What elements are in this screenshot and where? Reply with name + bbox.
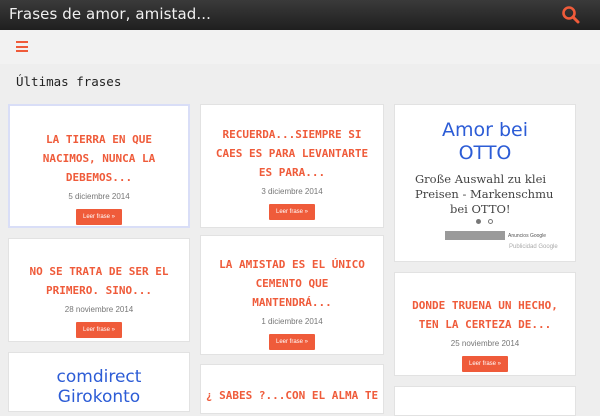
quote-date: 25 noviembre 2014 xyxy=(450,339,520,348)
quote-title[interactable]: DONDE TRUENA UN HECHO, TEN LA CERTEZA DE… xyxy=(395,296,575,334)
quote-card[interactable]: DONDE TRUENA UN HECHO, TEN LA CERTEZA DE… xyxy=(394,272,576,376)
read-quote-button[interactable]: Leer frase » xyxy=(461,356,509,372)
quote-title[interactable]: NO SE TRATA DE SER EL PRIMERO. SINO... xyxy=(9,262,189,300)
section-title: Últimas frases xyxy=(16,74,122,89)
carousel-dot-active[interactable] xyxy=(476,219,481,224)
carousel-dot[interactable] xyxy=(488,219,493,224)
ad-title[interactable]: comdirect Girokonto xyxy=(9,367,189,407)
quote-card[interactable]: LA AMISTAD ES EL ÚNICO CEMENTO QUE MANTE… xyxy=(200,235,384,355)
quote-title[interactable]: LA TIERRA EN QUE NACIMOS, NUNCA LA DEBEM… xyxy=(10,130,188,187)
ad-card-comdirect[interactable]: comdirect Girokonto xyxy=(8,352,190,412)
quote-card[interactable]: ¿ SABES ?...CON EL ALMA TE xyxy=(200,364,384,414)
hamburger-menu-icon[interactable] xyxy=(16,41,28,52)
read-quote-button[interactable]: Leer frase » xyxy=(75,209,123,225)
ad-text[interactable]: Große Auswahl zu klei Preisen - Markensc… xyxy=(395,172,575,217)
ad-card-otto[interactable]: Amor bei OTTO Große Auswahl zu klei Prei… xyxy=(394,104,576,262)
quote-date: 3 diciembre 2014 xyxy=(261,187,323,196)
quote-card[interactable]: LA TIERRA EN QUE NACIMOS, NUNCA LA DEBEM… xyxy=(8,104,190,228)
ad-footer[interactable]: Publicidad Google xyxy=(509,244,558,250)
quote-card[interactable]: NO SE TRATA DE SER EL PRIMERO. SINO... 2… xyxy=(8,238,190,342)
site-title[interactable]: Frases de amor, amistad... xyxy=(9,5,211,23)
adchoices-label[interactable]: Anuncios Google xyxy=(508,233,546,239)
read-quote-button[interactable]: Leer frase » xyxy=(75,322,123,338)
search-icon xyxy=(562,6,580,24)
search-button[interactable] xyxy=(560,4,582,26)
ad-title[interactable]: Amor bei OTTO xyxy=(395,119,575,165)
quote-title[interactable]: RECUERDA...SIEMPRE SI CAES ES PARA LEVAN… xyxy=(201,125,383,182)
quote-card[interactable]: RECUERDA...SIEMPRE SI CAES ES PARA LEVAN… xyxy=(200,104,384,228)
quote-date: 5 diciembre 2014 xyxy=(68,192,130,201)
read-quote-button[interactable]: Leer frase » xyxy=(268,204,316,220)
quote-title[interactable]: ¿ SABES ?...CON EL ALMA TE xyxy=(201,386,383,405)
quote-title[interactable]: LA AMISTAD ES EL ÚNICO CEMENTO QUE MANTE… xyxy=(201,255,383,312)
quote-date: 28 noviembre 2014 xyxy=(64,305,134,314)
quote-date: 1 diciembre 2014 xyxy=(261,317,323,326)
top-bar: Frases de amor, amistad... xyxy=(0,0,600,30)
menu-bar xyxy=(0,30,600,64)
ad-link-bar[interactable] xyxy=(445,231,505,240)
quote-card[interactable] xyxy=(394,386,576,416)
read-quote-button[interactable]: Leer frase » xyxy=(268,334,316,350)
